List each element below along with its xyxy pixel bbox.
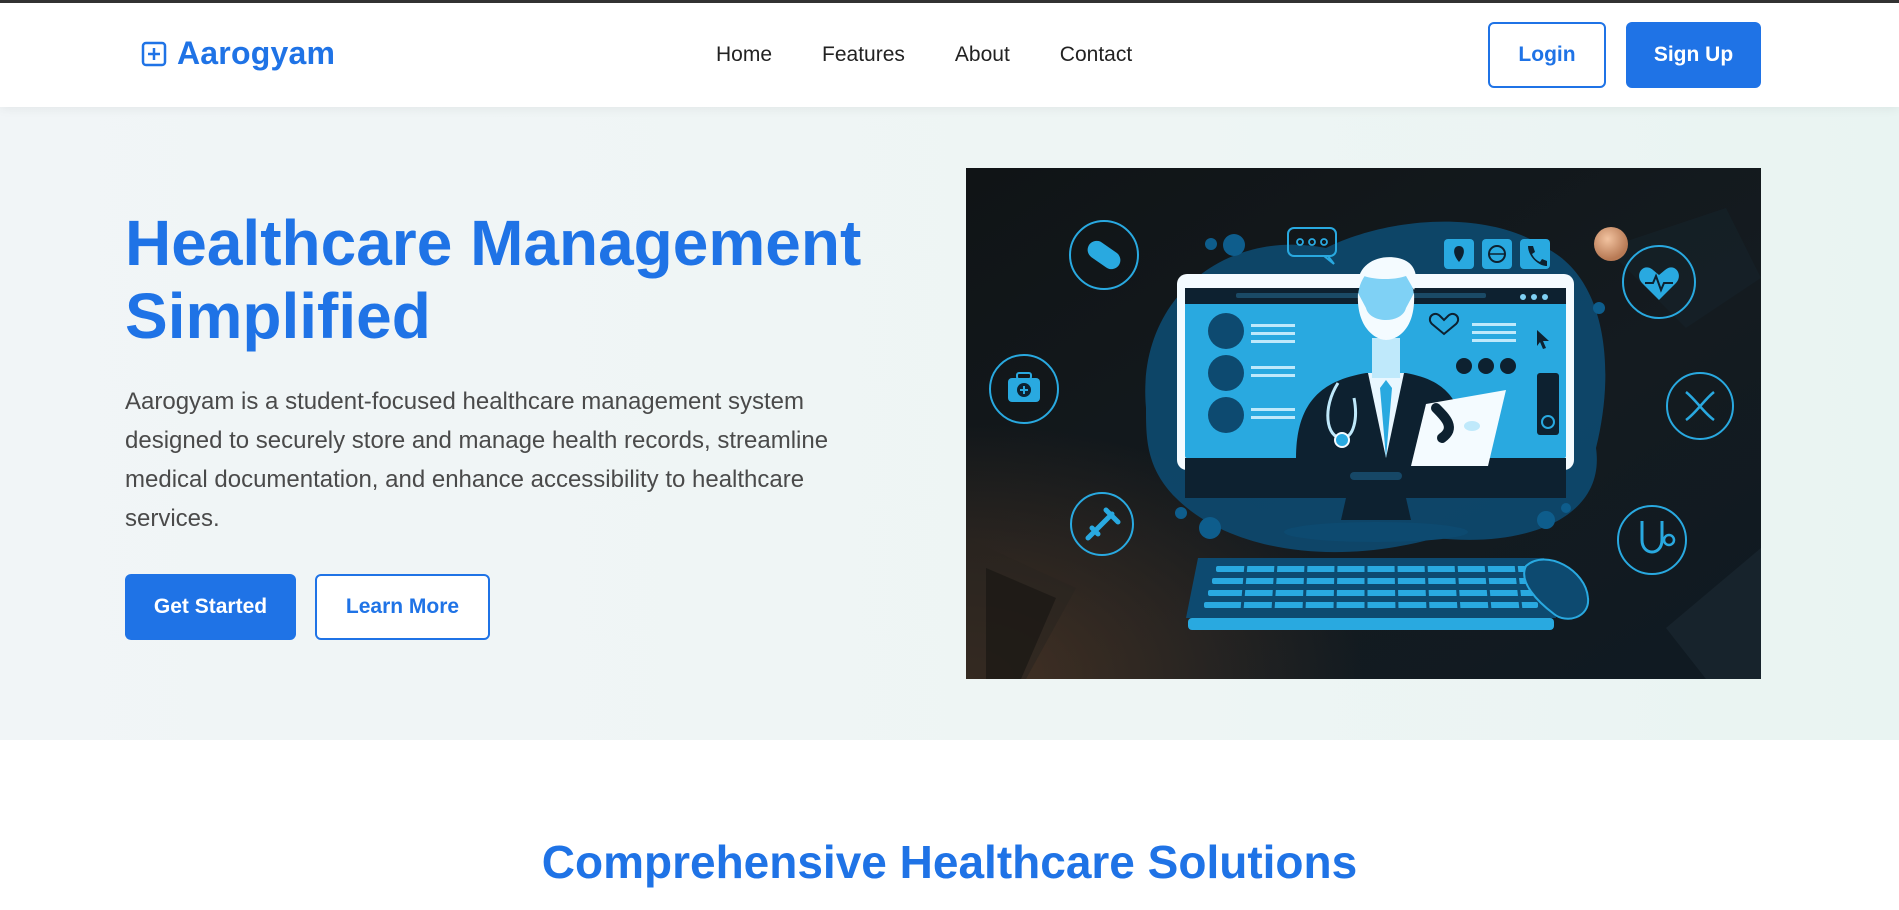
brand-name: Aarogyam <box>177 35 336 71</box>
brand-logo[interactable]: Aarogyam <box>141 35 335 72</box>
main-nav: Home Features About Contact <box>716 43 1132 67</box>
hero-description: Aarogyam is a student-focused healthcare… <box>125 388 829 532</box>
medical-plus-icon <box>141 41 167 66</box>
hero-title: Healthcare Management Simplified <box>125 207 925 353</box>
nav-link-about[interactable]: About <box>955 43 1010 67</box>
nav-link-contact[interactable]: Contact <box>1060 43 1132 67</box>
hero-title-line1: Healthcare Management <box>125 207 862 279</box>
hero-title-line2: Simplified <box>125 280 431 352</box>
learn-more-button[interactable]: Learn More <box>315 574 490 640</box>
get-started-button[interactable]: Get Started <box>125 574 296 640</box>
hero-section: Healthcare Management Simplified Aarogya… <box>0 107 1899 740</box>
nav-link-features[interactable]: Features <box>822 43 905 67</box>
doctor-telemedicine-illustration <box>966 168 1761 679</box>
signup-button[interactable]: Sign Up <box>1626 22 1761 88</box>
solutions-section-title: Comprehensive Healthcare Solutions <box>541 836 1358 888</box>
navbar: Aarogyam Home Features About Contact Log… <box>0 3 1899 107</box>
login-button[interactable]: Login <box>1488 22 1606 88</box>
nav-link-home[interactable]: Home <box>716 43 772 67</box>
